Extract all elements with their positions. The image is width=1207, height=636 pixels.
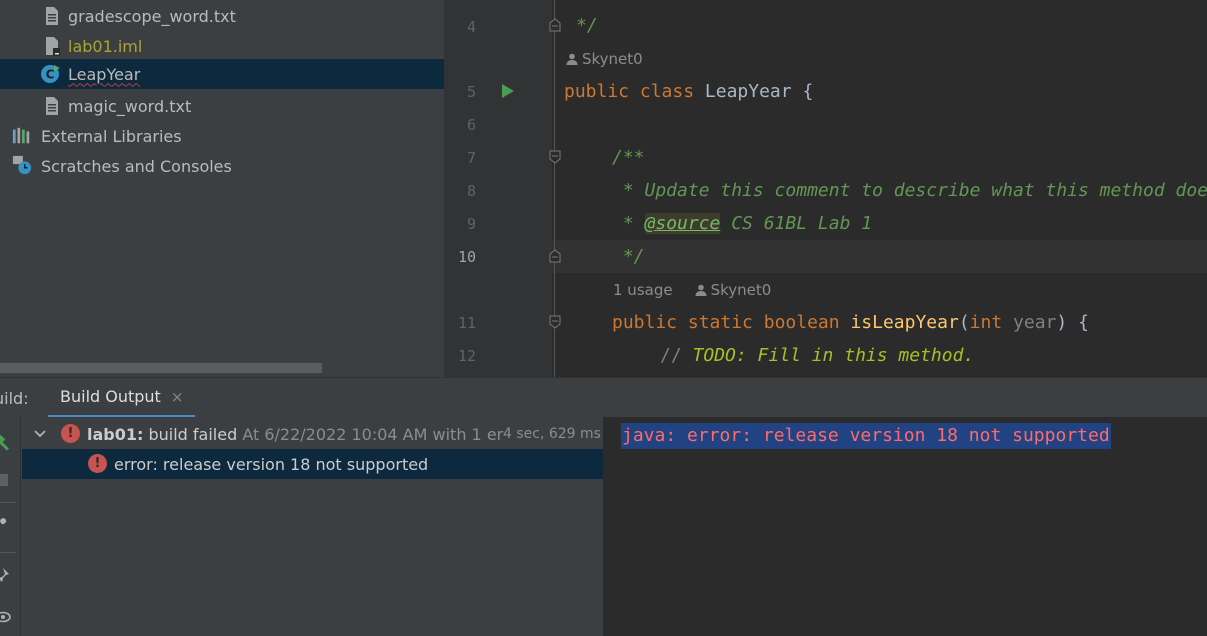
code-line: * @source CS 61BL Lab 1 (612, 213, 873, 234)
toolbar-separator (0, 552, 16, 553)
code-line: /** (612, 147, 645, 168)
code-line: */ (576, 15, 598, 36)
code-line: * Update this comment to describe what t… (612, 180, 1207, 201)
svg-text:C: C (46, 68, 55, 82)
line-number: 7 (466, 149, 476, 167)
code-line: public static boolean isLeapYear(int yea… (612, 312, 1089, 333)
libraries-icon (12, 127, 30, 144)
close-icon[interactable]: × (171, 388, 184, 406)
tree-item-leapyear[interactable]: C LeapYear (0, 59, 444, 89)
build-toolbar (0, 417, 21, 636)
author-hint[interactable]: Skynet0 (566, 50, 643, 68)
code-line: // TODO: Fill in this method. (660, 345, 975, 366)
line-number: 4 (466, 18, 476, 36)
person-icon (566, 53, 578, 65)
tab-label: Build Output (60, 387, 161, 406)
java-class-icon: C (41, 65, 60, 83)
build-summary: lab01: build failed At 6/22/2022 10:04 A… (87, 424, 504, 444)
tree-item-scratches[interactable]: Scratches and Consoles (0, 151, 444, 181)
tab-build-output[interactable]: Build Output × (48, 378, 196, 418)
fold-end-icon[interactable] (549, 249, 561, 263)
run-icon[interactable] (502, 84, 514, 98)
tree-item-label: magic_word.txt (68, 96, 192, 116)
code-line: public class LeapYear { (564, 81, 814, 102)
tree-item-label: gradescope_word.txt (68, 6, 236, 26)
console-error-line[interactable]: java: error: release version 18 not supp… (621, 423, 1111, 449)
tree-item-gradescope-word[interactable]: gradescope_word.txt (0, 1, 444, 31)
javadoc-tag: @source (644, 213, 721, 234)
tree-item-label: Scratches and Consoles (41, 156, 232, 176)
usage-count[interactable]: 1 usage (613, 281, 673, 299)
module-file-icon (46, 37, 60, 56)
build-tree-root[interactable]: ! lab01: build failed At 6/22/2022 10:04… (22, 419, 603, 449)
tree-item-label: LeapYear (68, 64, 141, 84)
line-number: 9 (466, 215, 476, 233)
text-file-icon (46, 7, 58, 25)
project-tool-window: gradescope_word.txt lab01.iml C LeapYear… (0, 0, 444, 377)
build-tree-error[interactable]: ! error: release version 18 not supporte… (22, 449, 603, 479)
tree-item-magic-word[interactable]: magic_word.txt (0, 91, 444, 121)
build-console[interactable]: java: error: release version 18 not supp… (603, 417, 1207, 636)
build-tool-window: uild: Build Output × ! lab01: build fail… (0, 377, 1207, 636)
error-message: error: release version 18 not supported (114, 454, 429, 474)
build-duration: 4 sec, 629 ms (503, 426, 601, 442)
tree-item-lab01-iml[interactable]: lab01.iml (0, 31, 444, 61)
line-number: 8 (466, 182, 476, 200)
chevron-down-icon[interactable] (34, 428, 46, 440)
line-number: 5 (466, 83, 476, 101)
fold-start-icon[interactable] (549, 315, 561, 329)
stop-icon[interactable] (0, 472, 10, 488)
toolbar-separator (0, 502, 16, 503)
tree-item-label: External Libraries (41, 126, 182, 146)
pin-icon[interactable] (0, 567, 11, 583)
current-line-highlight (552, 240, 1207, 273)
code-line: */ (612, 246, 645, 267)
line-number: 12 (457, 347, 476, 365)
code-editor[interactable]: 4 5 6 7 8 9 10 11 12 */ Skynet0 public c… (444, 0, 1207, 377)
person-icon (695, 284, 707, 296)
error-icon: ! (61, 424, 80, 443)
text-file-icon (46, 97, 58, 115)
build-tree: ! lab01: build failed At 6/22/2022 10:04… (22, 417, 603, 636)
scratches-icon (12, 155, 32, 175)
build-header: uild: Build Output × (0, 377, 1207, 418)
eye-icon[interactable] (0, 609, 11, 625)
error-icon: ! (88, 454, 107, 473)
build-label: uild: (0, 389, 29, 408)
hammer-icon[interactable] (0, 435, 12, 451)
inlay-hints[interactable]: 1 usage Skynet0 (613, 281, 771, 299)
line-number: 11 (457, 314, 476, 332)
author-name: Skynet0 (582, 50, 643, 68)
tree-item-label: lab01.iml (68, 36, 143, 56)
fold-end-icon[interactable] (549, 18, 561, 32)
line-number-current: 10 (457, 248, 476, 266)
tree-item-external-libraries[interactable]: External Libraries (0, 121, 444, 151)
fold-start-icon[interactable] (549, 150, 561, 164)
wrench-icon[interactable] (0, 517, 11, 533)
author-name: Skynet0 (710, 281, 772, 299)
line-number: 6 (466, 116, 476, 134)
horizontal-scrollbar[interactable] (0, 363, 322, 373)
